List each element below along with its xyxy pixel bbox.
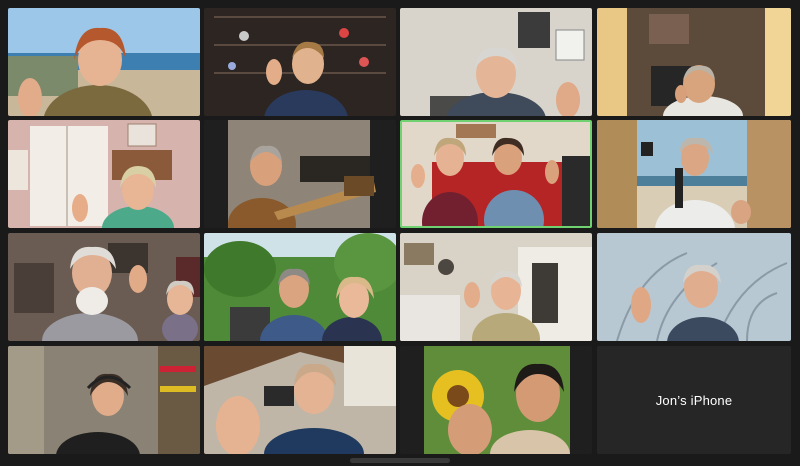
participant-video <box>597 233 791 341</box>
video-tile[interactable] <box>204 120 396 228</box>
video-tile[interactable] <box>400 233 592 341</box>
participant-video <box>402 122 590 226</box>
participant-video <box>204 120 396 228</box>
video-tile[interactable] <box>400 8 592 116</box>
video-tile[interactable] <box>204 346 396 454</box>
video-tile[interactable] <box>400 346 592 454</box>
participant-video <box>204 346 396 454</box>
video-tile[interactable] <box>8 120 200 228</box>
video-tile-no-video[interactable]: Jon’s iPhone <box>597 346 791 454</box>
video-tile[interactable] <box>8 233 200 341</box>
gallery-scroll-indicator[interactable] <box>350 458 450 463</box>
participant-video <box>204 233 396 341</box>
participant-video <box>597 120 791 228</box>
gallery-view: Jon’s iPhone <box>0 0 800 466</box>
participant-video <box>400 346 592 454</box>
video-tile[interactable] <box>8 8 200 116</box>
video-tile[interactable] <box>597 233 791 341</box>
video-tile[interactable] <box>597 120 791 228</box>
participant-video <box>8 120 200 228</box>
video-tile[interactable] <box>204 8 396 116</box>
video-tile[interactable] <box>204 233 396 341</box>
participant-video <box>8 233 200 341</box>
participant-video <box>204 8 396 116</box>
video-tile[interactable] <box>8 346 200 454</box>
video-tile[interactable] <box>597 8 791 116</box>
participant-video <box>8 8 200 116</box>
participant-name: Jon’s iPhone <box>655 392 733 408</box>
participant-video <box>8 346 200 454</box>
participant-video <box>597 8 791 116</box>
participant-video <box>400 8 592 116</box>
participant-video <box>400 233 592 341</box>
video-tile-active-speaker[interactable] <box>400 120 592 228</box>
